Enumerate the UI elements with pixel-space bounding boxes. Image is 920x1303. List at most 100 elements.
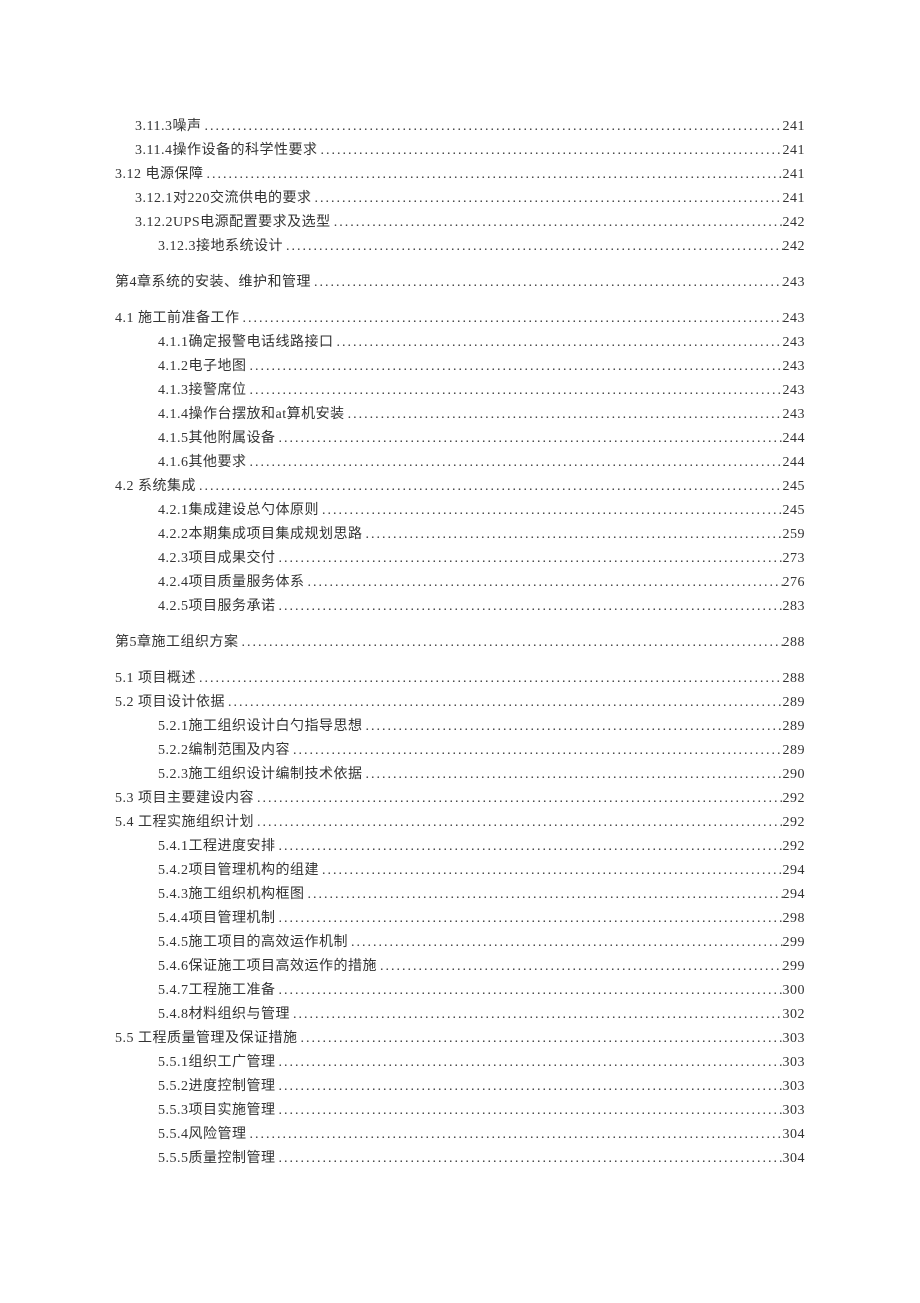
toc-entry[interactable]: 5.4 工程实施组织计划 292	[115, 811, 805, 835]
toc-entry[interactable]: 5.4.3施工组织机构框图 294	[115, 883, 805, 907]
toc-leader-dots	[317, 139, 782, 163]
toc-entry[interactable]: 4.2.4项目质量服务体系 276	[115, 571, 805, 595]
toc-entry[interactable]: 5.4.6保证施工项目高效运作的措施 299	[115, 955, 805, 979]
toc-entry[interactable]: 5.5 工程质量管理及保证措施 303	[115, 1027, 805, 1051]
toc-entry[interactable]: 第4章系统的安装、维护和管理 243	[115, 271, 805, 295]
toc-entry[interactable]: 4.1 施工前准备工作 243	[115, 307, 805, 331]
toc-leader-dots	[276, 835, 783, 859]
toc-leader-dots	[196, 475, 783, 499]
toc-entry[interactable]: 5.5.1组织工广管理303	[115, 1051, 805, 1075]
table-of-contents: 3.11.3噪声2413.11.4操作设备的科学性要求 2413.12 电源保障…	[115, 115, 805, 1171]
toc-entry[interactable]: 5.4.8材料组织与管理 302	[115, 1003, 805, 1027]
toc-entry[interactable]: 5.4.4项目管理机制298	[115, 907, 805, 931]
toc-label: 5.5 工程质量管理及保证措施	[115, 1027, 298, 1051]
toc-label: 4.2.1集成建设总勺体原则	[158, 499, 319, 523]
toc-page-number: 294	[783, 883, 806, 907]
toc-label: 5.2 项目设计依据	[115, 691, 225, 715]
toc-entry[interactable]: 5.1 项目概述288	[115, 667, 805, 691]
toc-entry[interactable]: 4.2.5项目服务承诺283	[115, 595, 805, 619]
toc-label: 3.11.4操作设备的科学性要求	[135, 139, 317, 163]
toc-label: 4.1.5其他附属设备	[158, 427, 276, 451]
toc-label: 4.2.3项目成果交付	[158, 547, 276, 571]
toc-page-number: 289	[783, 715, 806, 739]
toc-entry[interactable]: 5.5.4风险管理304	[115, 1123, 805, 1147]
toc-entry[interactable]: 3.12 电源保障241	[115, 163, 805, 187]
toc-entry[interactable]: 5.5.5质量控制管理 304	[115, 1147, 805, 1171]
toc-label: 5.5.5质量控制管理	[158, 1147, 276, 1171]
toc-leader-dots	[311, 271, 783, 295]
toc-page-number: 304	[783, 1147, 806, 1171]
toc-page-number: 241	[783, 163, 806, 187]
toc-leader-dots	[363, 763, 783, 787]
toc-entry[interactable]: 3.12.3接地系统设计242	[115, 235, 805, 259]
toc-entry[interactable]: 4.1.4操作台摆放和at算机安装 243	[115, 403, 805, 427]
toc-label: 4.1.1确定报警电话线路接口	[158, 331, 334, 355]
toc-entry[interactable]: 5.4.1工程进度安排 292	[115, 835, 805, 859]
toc-leader-dots	[276, 907, 783, 931]
toc-entry[interactable]: 5.3 项目主要建设内容 292	[115, 787, 805, 811]
toc-leader-dots	[204, 163, 783, 187]
toc-entry[interactable]: 5.4.2项目管理机构的组建 294	[115, 859, 805, 883]
toc-label: 5.5.3项目实施管理	[158, 1099, 276, 1123]
toc-leader-dots	[334, 331, 783, 355]
toc-entry[interactable]: 5.5.2进度控制管理303	[115, 1075, 805, 1099]
toc-entry[interactable]: 3.11.3噪声241	[115, 115, 805, 139]
toc-entry[interactable]: 5.2.3施工组织设计编制技术依据 290	[115, 763, 805, 787]
toc-page-number: 243	[783, 307, 806, 331]
toc-page-number: 292	[783, 787, 806, 811]
toc-label: 4.1.2电子地图	[158, 355, 247, 379]
toc-page-number: 245	[783, 475, 806, 499]
toc-page-number: 292	[783, 835, 806, 859]
toc-entry[interactable]: 5.4.7工程施工准备300	[115, 979, 805, 1003]
toc-leader-dots	[254, 787, 783, 811]
toc-entry[interactable]: 3.12.2UPS电源配置要求及选型 242	[115, 211, 805, 235]
toc-entry[interactable]: 4.1.6其他要求244	[115, 451, 805, 475]
toc-page-number: 302	[783, 1003, 806, 1027]
toc-page-number: 244	[783, 427, 806, 451]
toc-entry[interactable]: 4.1.3接警席位 243	[115, 379, 805, 403]
toc-leader-dots	[225, 691, 783, 715]
toc-entry[interactable]: 5.4.5施工项目的高效运作机制 299	[115, 931, 805, 955]
toc-label: 4.1.6其他要求	[158, 451, 247, 475]
toc-label: 5.4.3施工组织机构框图	[158, 883, 305, 907]
toc-label: 4.1 施工前准备工作	[115, 307, 240, 331]
toc-page-number: 290	[783, 763, 806, 787]
toc-entry[interactable]: 4.2.2本期集成项目集成规划思路 259	[115, 523, 805, 547]
toc-page-number: 243	[783, 379, 806, 403]
toc-entry[interactable]: 4.1.5其他附属设备 244	[115, 427, 805, 451]
toc-entry[interactable]: 5.5.3项目实施管理 303	[115, 1099, 805, 1123]
toc-entry[interactable]: 3.12.1对220交流供电的要求 241	[115, 187, 805, 211]
toc-label: 5.3 项目主要建设内容	[115, 787, 254, 811]
toc-entry[interactable]: 3.11.4操作设备的科学性要求 241	[115, 139, 805, 163]
toc-page-number: 243	[783, 271, 806, 295]
toc-entry[interactable]: 5.2.1施工组织设计白勺指导思想 289	[115, 715, 805, 739]
toc-entry[interactable]: 4.2.3项目成果交付 273	[115, 547, 805, 571]
toc-entry[interactable]: 5.2 项目设计依据 289	[115, 691, 805, 715]
toc-leader-dots	[276, 1147, 783, 1171]
toc-entry[interactable]: 4.1.2电子地图243	[115, 355, 805, 379]
toc-label: 5.4.1工程进度安排	[158, 835, 276, 859]
toc-page-number: 273	[783, 547, 806, 571]
toc-leader-dots	[312, 187, 783, 211]
toc-leader-dots	[290, 739, 783, 763]
toc-entry[interactable]: 第5章施工组织方案 288	[115, 631, 805, 655]
toc-entry[interactable]: 4.2.1集成建设总勺体原则 245	[115, 499, 805, 523]
toc-page-number: 289	[783, 691, 806, 715]
toc-leader-dots	[319, 859, 783, 883]
toc-page-number: 243	[783, 403, 806, 427]
toc-page-number: 299	[783, 955, 806, 979]
toc-page-number: 303	[783, 1099, 806, 1123]
toc-page-number: 288	[783, 667, 806, 691]
toc-entry[interactable]: 4.2 系统集成245	[115, 475, 805, 499]
toc-leader-dots	[276, 595, 783, 619]
toc-page-number: 303	[783, 1027, 806, 1051]
toc-label: 第5章施工组织方案	[115, 631, 239, 655]
toc-label: 3.11.3噪声	[135, 115, 201, 139]
toc-leader-dots	[276, 1075, 783, 1099]
toc-entry[interactable]: 5.2.2编制范围及内容289	[115, 739, 805, 763]
toc-page-number: 243	[783, 331, 806, 355]
toc-label: 4.1.3接警席位	[158, 379, 247, 403]
toc-label: 5.4.6保证施工项目高效运作的措施	[158, 955, 377, 979]
toc-label: 第4章系统的安装、维护和管理	[115, 271, 311, 295]
toc-entry[interactable]: 4.1.1确定报警电话线路接口 243	[115, 331, 805, 355]
